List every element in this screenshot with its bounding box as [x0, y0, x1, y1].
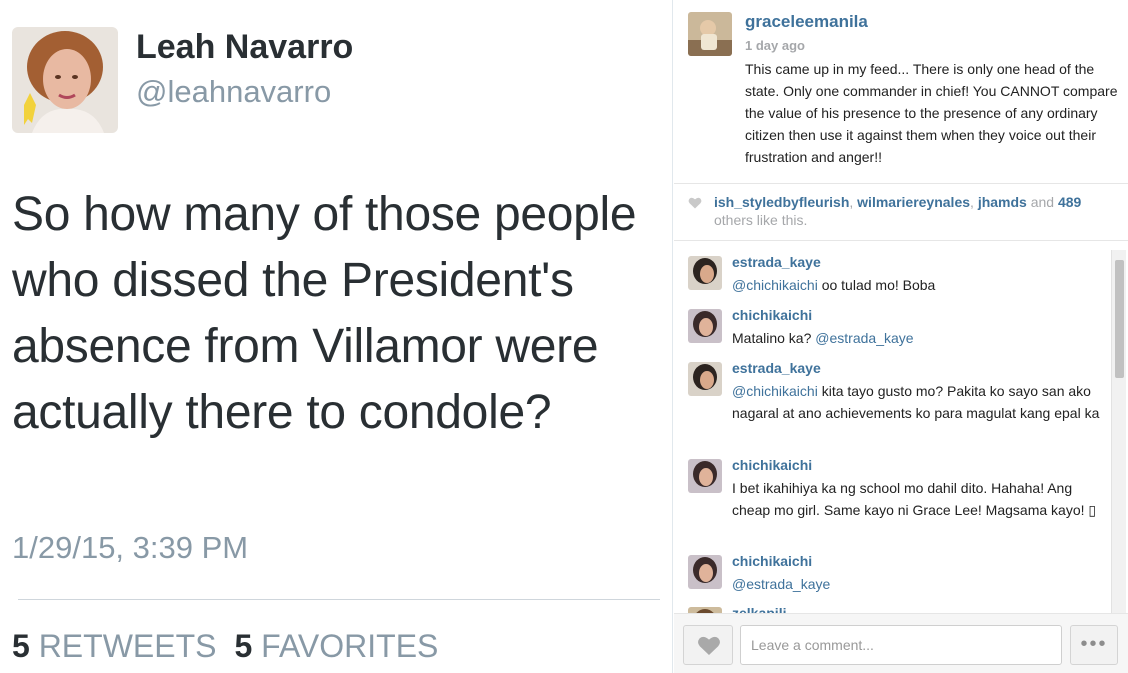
commenter-username[interactable]: estrada_kaye [732, 254, 821, 270]
tweet-timestamp[interactable]: 1/29/15, 3:39 PM [12, 530, 248, 566]
likes-text: ish_styledbyfleurish, wilmariereynales, … [714, 193, 1114, 229]
retweets-count: 5 [12, 628, 30, 664]
comment-text: @chichikaichi kita tayo gusto mo? Pakita… [732, 380, 1112, 424]
post-author-username[interactable]: graceleemanila [745, 12, 868, 32]
tweet-author-name[interactable]: Leah Navarro [136, 28, 353, 67]
tweet-stats: 5 RETWEETS 5 FAVORITES [12, 628, 438, 665]
comments-scrollbar[interactable] [1111, 250, 1126, 613]
likes-suffix: others like this. [714, 212, 808, 228]
instagram-panel: graceleemanila 1 day ago This came up in… [674, 0, 1128, 673]
favorites-stat[interactable]: 5 FAVORITES [234, 628, 438, 664]
likes-separator: , [849, 194, 858, 210]
post-author-avatar[interactable] [688, 12, 732, 56]
comment-text: Matalino ka? @estrada_kaye [732, 327, 1112, 349]
liker-link[interactable]: ish_styledbyfleurish [714, 194, 849, 210]
comment-body-text: oo tulad mo! Boba [817, 277, 936, 293]
liker-link[interactable]: wilmariereynales [857, 194, 970, 210]
heart-icon [698, 636, 720, 655]
comment-mention[interactable]: @estrada_kaye [732, 576, 830, 592]
commenter-avatar[interactable] [688, 459, 722, 493]
comment-body-text: Matalino ka? [732, 330, 816, 346]
more-options-button[interactable]: ••• [1070, 625, 1118, 665]
commenter-avatar[interactable] [688, 309, 722, 343]
like-button[interactable] [683, 625, 733, 665]
comment-input[interactable] [740, 625, 1062, 665]
comment-text: I bet ikahihiya ka ng school mo dahil di… [732, 480, 1097, 518]
tweet-author-avatar[interactable] [12, 27, 118, 133]
likes-and: and [1026, 194, 1058, 210]
commenter-avatar[interactable] [688, 362, 722, 396]
ellipsis-icon: ••• [1080, 633, 1108, 655]
scrollbar-thumb[interactable] [1115, 260, 1124, 378]
commenter-username[interactable]: chichikaichi [732, 307, 812, 323]
heart-icon [688, 197, 702, 209]
commenter-username[interactable]: zelkapili [732, 605, 786, 613]
likes-count[interactable]: 489 [1058, 194, 1081, 210]
likes-separator: , [970, 194, 978, 210]
tweet-author-handle[interactable]: @leahnavarro [136, 74, 331, 110]
retweets-label: RETWEETS [38, 628, 217, 664]
comment-text: @estrada_kaye [732, 573, 1112, 595]
tweet-card: Leah Navarro @leahnavarro So how many of… [0, 0, 673, 673]
tweet-text: So how many of those people who dissed t… [12, 188, 637, 439]
retweets-stat[interactable]: 5 RETWEETS [12, 628, 216, 664]
liker-link[interactable]: jhamds [978, 194, 1027, 210]
commenter-avatar[interactable] [688, 555, 722, 589]
comments-list: estrada_kaye @chichikaichi oo tulad mo! … [674, 242, 1128, 613]
commenter-avatar[interactable] [688, 256, 722, 290]
commenter-username[interactable]: chichikaichi [732, 457, 812, 473]
post-header: graceleemanila 1 day ago This came up in… [674, 0, 1128, 184]
favorites-count: 5 [234, 628, 253, 664]
likes-summary: ish_styledbyfleurish, wilmariereynales, … [674, 185, 1128, 241]
tweet-divider [18, 599, 660, 600]
comment-mention[interactable]: @chichikaichi [732, 277, 818, 293]
comment-mention[interactable]: @estrada_kaye [815, 330, 913, 346]
comment-mention[interactable]: @chichikaichi [732, 383, 818, 399]
post-caption: This came up in my feed... There is only… [745, 61, 1118, 165]
post-time-ago: 1 day ago [745, 38, 805, 53]
favorites-label: FAVORITES [261, 628, 439, 664]
commenter-username[interactable]: estrada_kaye [732, 360, 821, 376]
comment-footer: ••• [674, 613, 1128, 673]
commenter-username[interactable]: chichikaichi [732, 553, 812, 569]
comment-text: @chichikaichi oo tulad mo! Boba [732, 274, 1112, 296]
